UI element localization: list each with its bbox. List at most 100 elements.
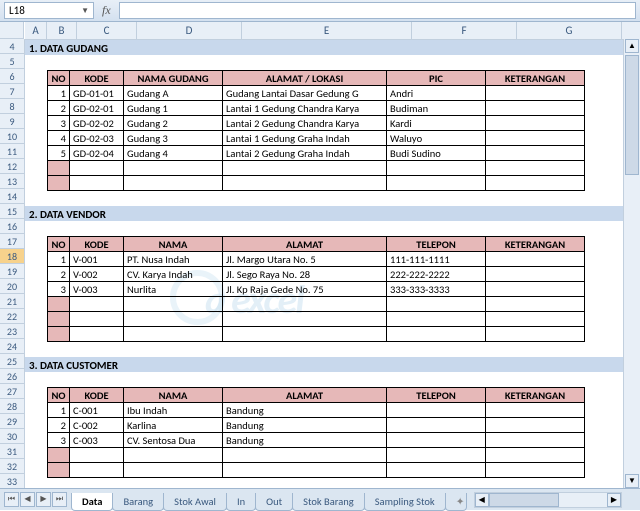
cell-ket[interactable]: [486, 267, 585, 282]
row-header-20[interactable]: 20: [0, 279, 24, 294]
cell-tel[interactable]: [387, 403, 486, 418]
cell-ket[interactable]: [486, 252, 585, 267]
row-header-7[interactable]: 7: [0, 84, 24, 99]
row-header-28[interactable]: 28: [0, 399, 24, 414]
cell-nama[interactable]: CV. Karya Indah: [124, 267, 223, 282]
row-header-33[interactable]: 33: [0, 474, 24, 489]
select-all-corner[interactable]: [0, 22, 24, 39]
table-row[interactable]: 3C-003CV. Sentosa DuaBandung: [48, 433, 585, 448]
table-row-empty[interactable]: [48, 161, 585, 176]
vertical-scroll-thumb[interactable]: [625, 55, 639, 175]
row-header-21[interactable]: 21: [0, 294, 24, 309]
new-sheet-button[interactable]: ✦: [445, 493, 467, 511]
cell-kode[interactable]: V-001: [70, 252, 124, 267]
row-header-15[interactable]: 15: [0, 204, 24, 219]
row-header-19[interactable]: 19: [0, 264, 24, 279]
formula-input[interactable]: [119, 2, 636, 19]
row-header-26[interactable]: 26: [0, 369, 24, 384]
row-header-16[interactable]: 16: [0, 219, 24, 234]
row-header-4[interactable]: 4: [0, 39, 24, 54]
column-header-E[interactable]: E: [242, 22, 412, 39]
row-header-23[interactable]: 23: [0, 324, 24, 339]
table-row[interactable]: 4GD-02-03Gudang 3Lantai 1 Gedung Graha I…: [48, 131, 585, 146]
cell-kode[interactable]: C-001: [70, 403, 124, 418]
cell-kode[interactable]: C-002: [70, 418, 124, 433]
cell-nama[interactable]: PT. Nusa Indah: [124, 252, 223, 267]
row-header-5[interactable]: 5: [0, 54, 24, 69]
sheet-tab-stok-awal[interactable]: Stok Awal: [163, 493, 227, 511]
sheet-tab-barang[interactable]: Barang: [112, 493, 164, 511]
cell-kode[interactable]: GD-02-02: [70, 116, 124, 131]
cell-nama[interactable]: Karlina: [124, 418, 223, 433]
cell-tel[interactable]: 222-222-2222: [387, 267, 486, 282]
table-row[interactable]: 2V-002CV. Karya IndahJl. Sego Raya No. 2…: [48, 267, 585, 282]
cell-ket[interactable]: [486, 86, 585, 101]
sheet-tab-data[interactable]: Data: [71, 493, 113, 511]
row-header-13[interactable]: 13: [0, 174, 24, 189]
row-header-32[interactable]: 32: [0, 459, 24, 474]
fx-icon[interactable]: fx: [102, 3, 111, 18]
cell-no[interactable]: 1: [48, 252, 70, 267]
row-header-30[interactable]: 30: [0, 429, 24, 444]
column-header-F[interactable]: F: [412, 22, 517, 39]
scroll-left-button[interactable]: ◀: [475, 493, 489, 507]
cell-nama[interactable]: CV. Sentosa Dua: [124, 433, 223, 448]
column-header-C[interactable]: C: [77, 22, 137, 39]
name-box[interactable]: L18 ▼: [4, 2, 94, 19]
cell-nama[interactable]: Ibu Indah: [124, 403, 223, 418]
cell-alamat[interactable]: Lantai 1 Gedung Graha Indah: [223, 131, 387, 146]
cell-kode[interactable]: V-002: [70, 267, 124, 282]
row-header-27[interactable]: 27: [0, 384, 24, 399]
cell-no[interactable]: 3: [48, 116, 70, 131]
row-header-18[interactable]: 18: [0, 249, 24, 264]
row-header-9[interactable]: 9: [0, 114, 24, 129]
cell-pic[interactable]: Waluyo: [387, 131, 486, 146]
cell-ket[interactable]: [486, 131, 585, 146]
cell-ket[interactable]: [486, 116, 585, 131]
cell-no[interactable]: 1: [48, 86, 70, 101]
row-header-31[interactable]: 31: [0, 444, 24, 459]
tab-nav-first[interactable]: ⏮: [4, 492, 19, 507]
cell-no[interactable]: 2: [48, 418, 70, 433]
name-box-dropdown-icon[interactable]: ▼: [81, 6, 89, 16]
cell-pic[interactable]: Budiman: [387, 101, 486, 116]
column-header-A[interactable]: A: [25, 22, 47, 39]
row-header-10[interactable]: 10: [0, 129, 24, 144]
table-row[interactable]: 2GD-02-01Gudang 1Lantai 1 Gedung Chandra…: [48, 101, 585, 116]
scroll-right-button[interactable]: ▶: [607, 493, 621, 507]
row-header-25[interactable]: 25: [0, 354, 24, 369]
column-header-D[interactable]: D: [137, 22, 242, 39]
table-row-empty[interactable]: [48, 176, 585, 191]
cell-no[interactable]: 5: [48, 146, 70, 161]
sheet-tab-stok-barang[interactable]: Stok Barang: [292, 493, 365, 511]
cell-nama[interactable]: Nurlita: [124, 282, 223, 297]
cell-alamat[interactable]: Jl. Margo Utara No. 5: [223, 252, 387, 267]
tab-nav-prev[interactable]: ◀: [20, 492, 35, 507]
row-header-11[interactable]: 11: [0, 144, 24, 159]
table-row[interactable]: 1GD-01-01Gudang AGudang Lantai Dasar Ged…: [48, 86, 585, 101]
row-header-29[interactable]: 29: [0, 414, 24, 429]
cell-alamat[interactable]: Gudang Lantai Dasar Gedung G: [223, 86, 387, 101]
cell-no[interactable]: 3: [48, 433, 70, 448]
cell-nama[interactable]: Gudang A: [124, 86, 223, 101]
row-header-12[interactable]: 12: [0, 159, 24, 174]
vertical-scrollbar[interactable]: ▲ ▼: [623, 39, 640, 488]
cell-no[interactable]: 3: [48, 282, 70, 297]
cell-nama[interactable]: Gudang 1: [124, 101, 223, 116]
row-header-6[interactable]: 6: [0, 69, 24, 84]
table-row-empty[interactable]: [48, 448, 585, 463]
cell-alamat[interactable]: Bandung: [223, 403, 387, 418]
table-row[interactable]: 1C-001Ibu IndahBandung: [48, 403, 585, 418]
cell-ket[interactable]: [486, 433, 585, 448]
cell-kode[interactable]: GD-02-04: [70, 146, 124, 161]
scroll-up-button[interactable]: ▲: [625, 39, 639, 53]
cell-alamat[interactable]: Lantai 1 Gedung Chandra Karya: [223, 101, 387, 116]
horizontal-scroll-thumb[interactable]: [489, 493, 559, 507]
cell-ket[interactable]: [486, 101, 585, 116]
cell-tel[interactable]: 333-333-3333: [387, 282, 486, 297]
cell-kode[interactable]: C-003: [70, 433, 124, 448]
row-header-8[interactable]: 8: [0, 99, 24, 114]
cell-ket[interactable]: [486, 403, 585, 418]
cell-no[interactable]: 2: [48, 267, 70, 282]
row-header-24[interactable]: 24: [0, 339, 24, 354]
